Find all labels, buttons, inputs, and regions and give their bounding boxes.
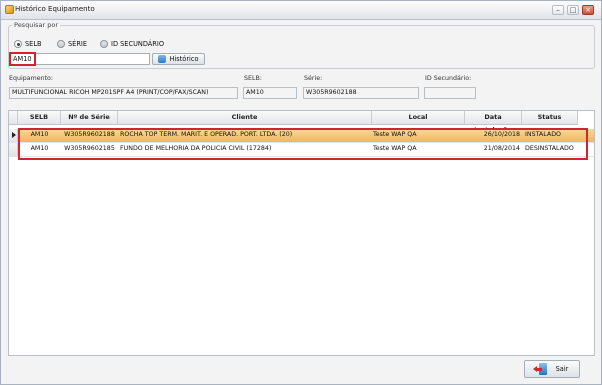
selb-label: SELB: [244,75,262,82]
radio-selected-icon [14,40,22,48]
serie-field: W305R9602188 [303,87,419,99]
maximize-button[interactable]: □ [567,5,579,15]
radio-unselected-icon [100,40,108,48]
col-header-data[interactable]: Data Instalação [465,111,522,134]
current-row-arrow-icon [12,132,16,138]
id-secundario-field [424,87,476,99]
historico-button[interactable]: Histórico [152,53,205,65]
serie-label: Série: [304,75,323,82]
sair-button[interactable]: Sair [524,360,580,378]
equipment-label: Equipamento: [9,75,54,82]
col-header-cliente[interactable]: Cliente [118,111,372,125]
minimize-button[interactable]: – [552,5,564,15]
sair-button-label: Sair [555,365,569,373]
radio-serie-label: SÉRIE [68,40,88,48]
exit-door-icon [532,363,547,375]
equipment-field: MULTIFUNCIONAL RICOH MP201SPF A4 (PRINT/… [9,87,238,99]
close-button[interactable]: × [582,5,594,15]
historico-button-label: Histórico [169,55,199,63]
rows-highlight [18,128,588,160]
row-indicator-header [9,111,18,125]
radio-selb[interactable]: SELB [14,39,42,49]
app-icon [5,5,14,14]
id-secundario-label: ID Secundário: [425,75,472,82]
radio-id-secundario[interactable]: ID SECUNDÁRIO [100,39,164,49]
window-title: Histórico Equipamento [15,5,95,13]
radio-serie[interactable]: SÉRIE [57,39,87,49]
search-highlight [9,52,36,66]
radio-unselected-icon [57,40,65,48]
col-header-selb[interactable]: SELB [18,111,61,125]
col-header-local[interactable]: Local [372,111,465,125]
selb-field: AM10 [243,87,297,99]
col-header-serie[interactable]: Nº de Série [61,111,118,125]
row-indicator [9,143,18,156]
title-bar: Histórico Equipamento – □ × [1,1,601,20]
radio-id-secundario-label: ID SECUNDÁRIO [111,40,165,48]
radio-selb-label: SELB [25,40,42,48]
history-icon [158,55,167,63]
col-header-status[interactable]: Status [522,111,578,125]
row-indicator [9,129,18,142]
search-group-label: Pesquisar por [12,21,61,29]
